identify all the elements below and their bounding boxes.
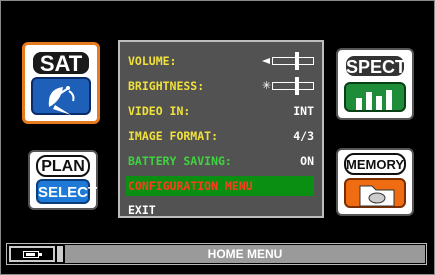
exit-item[interactable]: EXIT [128,200,314,220]
video-in-value: INT [293,104,314,118]
volume-row[interactable]: VOLUME: [128,51,314,71]
brightness-label: BRIGHTNESS: [128,79,205,93]
page-title: HOME MENU [65,245,425,263]
configuration-menu-item[interactable]: CONFIGURATION MENU [126,176,314,196]
battery-saving-value: ON [300,154,314,168]
spect-label: SPECT [344,54,406,78]
volume-slider-thumb[interactable] [295,52,300,70]
image-format-value: 4/3 [293,129,314,143]
brightness-slider[interactable]: ✳ [262,77,314,95]
plan-label: PLAN [36,155,90,177]
configuration-menu-label: CONFIGURATION MENU [128,179,253,193]
sat-tile[interactable]: SAT [22,42,100,124]
satellite-dish-icon [31,77,91,115]
volume-label: VOLUME: [128,54,177,68]
speaker-icon [262,58,270,64]
video-in-label: VIDEO IN: [128,104,191,118]
battery-icon [9,246,55,262]
spect-tile[interactable]: SPECT [336,48,414,120]
memory-label: MEMORY [344,153,406,175]
sat-label: SAT [31,50,91,76]
plan-select-tile[interactable]: PLAN SELECT [28,150,98,210]
brightness-row[interactable]: BRIGHTNESS: ✳ [128,76,314,96]
image-format-label: IMAGE FORMAT: [128,129,219,143]
image-format-row[interactable]: IMAGE FORMAT: 4/3 [128,126,314,146]
brightness-slider-thumb[interactable] [295,77,300,95]
configuration-menu: VOLUME: BRIGHTNESS: ✳ VIDEO IN: INT IMAG… [118,40,324,218]
sun-icon: ✳ [262,79,272,92]
spectrum-icon [344,82,406,112]
video-in-row[interactable]: VIDEO IN: INT [128,101,314,121]
status-bar: HOME MENU [6,243,427,265]
battery-saving-label: BATTERY SAVING: [128,154,232,168]
battery-saving-row[interactable]: BATTERY SAVING: ON [128,151,314,171]
plan-select-label: SELECT [36,179,97,204]
folder-icon [344,178,406,208]
memory-tile[interactable]: MEMORY [336,148,414,216]
volume-slider[interactable] [262,52,314,70]
exit-label: EXIT [128,203,156,217]
